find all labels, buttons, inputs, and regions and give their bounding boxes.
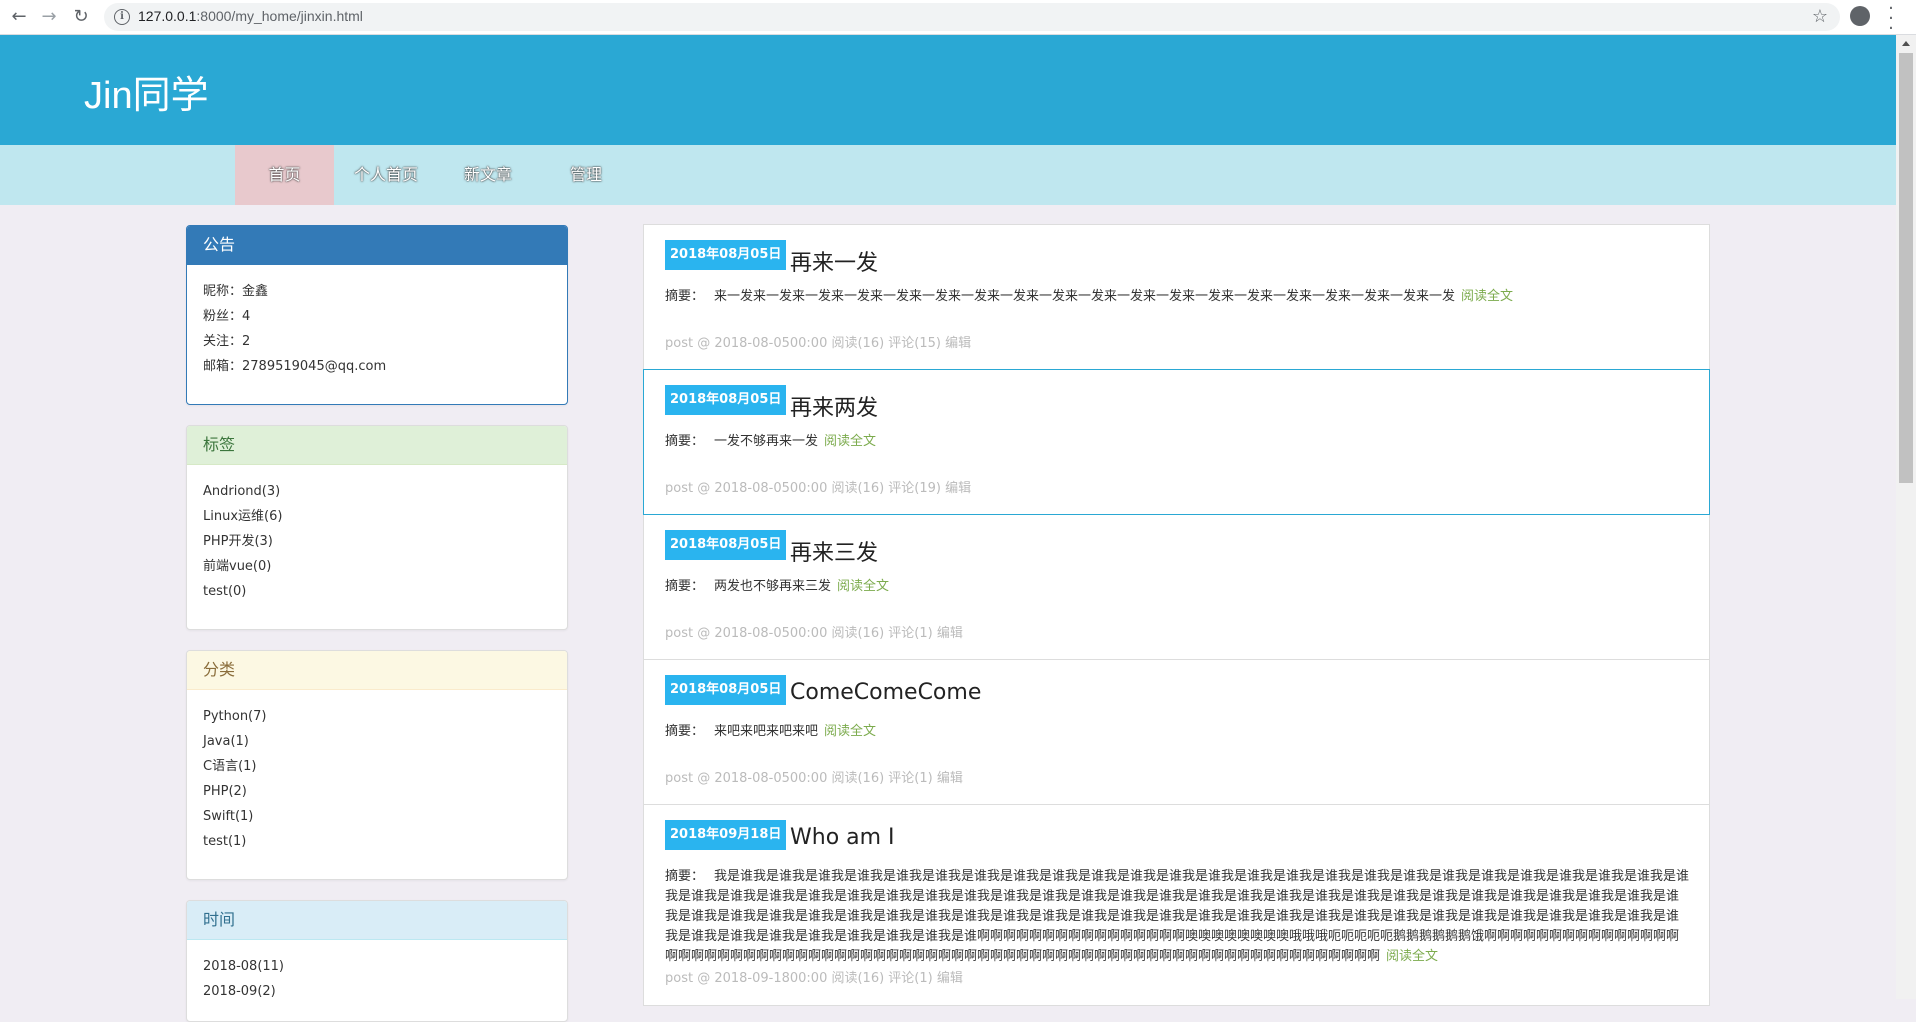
summary-label: 摘要： <box>665 289 705 304</box>
category-link[interactable]: Java(1) <box>203 729 551 754</box>
article-summary: 摘要： 两发也不够再来三发 阅读全文 <box>665 577 1691 597</box>
back-arrow-icon[interactable]: ← <box>8 6 30 28</box>
summary-text: 两发也不够再来三发 <box>714 579 832 594</box>
tag-link[interactable]: test(0) <box>203 579 551 604</box>
summary-text: 我是谁我是谁我是谁我是谁我是谁我是谁我是谁我是谁我是谁我是谁我是谁我是谁我是谁我… <box>665 869 1690 964</box>
fans-line: 粉丝：4 <box>203 309 251 324</box>
summary-label: 摘要： <box>665 579 705 594</box>
summary-text: 来一发来一发来一发来一发来一发来一发来一发来一发来一发来一发来一发来一发来一发来… <box>714 289 1456 304</box>
article-title[interactable]: 再来两发 <box>790 390 878 422</box>
date-badge: 2018年08月05日 <box>665 240 787 270</box>
nav-item-new-article[interactable]: 新文章 <box>448 145 528 205</box>
scroll-up-arrow-icon[interactable] <box>1902 41 1910 46</box>
article-item: 2018年09月18日 Who am I 摘要： 我是谁我是谁我是谁我是谁我是谁我… <box>643 804 1710 1006</box>
category-link[interactable]: test(1) <box>203 829 551 854</box>
tag-link[interactable]: Linux运维(6) <box>203 504 551 529</box>
article-item: 2018年08月05日 再来一发 摘要： 来一发来一发来一发来一发来一发来一发来一… <box>643 224 1710 370</box>
article-title[interactable]: Who am I <box>790 825 895 850</box>
read-more-link[interactable]: 阅读全文 <box>824 434 876 449</box>
nav-item-manage[interactable]: 管理 <box>546 145 626 205</box>
article-summary: 摘要： 我是谁我是谁我是谁我是谁我是谁我是谁我是谁我是谁我是谁我是谁我是谁我是谁我… <box>665 867 1691 967</box>
nav-item-home[interactable]: 首页 <box>235 145 334 205</box>
read-more-link[interactable]: 阅读全文 <box>1386 949 1438 964</box>
tag-link[interactable]: 前端vue(0) <box>203 554 551 579</box>
info-icon[interactable]: i <box>114 9 130 25</box>
article-list: 2018年08月05日 再来一发 摘要： 来一发来一发来一发来一发来一发来一发来一… <box>643 224 1710 1006</box>
address-url[interactable]: 127.0.0.1:8000/my_home/jinxin.html <box>138 8 363 24</box>
date-badge: 2018年08月05日 <box>665 530 787 560</box>
following-line: 关注：2 <box>203 334 251 349</box>
profile-avatar-icon[interactable] <box>1850 6 1870 26</box>
summary-label: 摘要： <box>665 869 705 884</box>
tags-heading: 标签 <box>187 426 567 465</box>
archive-link[interactable]: 2018-09(2) <box>203 979 551 1004</box>
summary-label: 摘要： <box>665 434 705 449</box>
scroll-thumb[interactable] <box>1899 53 1913 483</box>
categories-panel: 分类 Python(7) Java(1) C语言(1) PHP(2) Swift… <box>186 650 568 880</box>
read-more-link[interactable]: 阅读全文 <box>824 724 876 739</box>
reload-icon[interactable]: ↻ <box>70 6 92 28</box>
category-link[interactable]: Swift(1) <box>203 804 551 829</box>
date-badge: 2018年08月05日 <box>665 675 787 705</box>
site-title[interactable]: Jin同学 <box>84 64 209 119</box>
site-header: Jin同学 <box>0 35 1896 145</box>
archive-link[interactable]: 2018-08(11) <box>203 954 551 979</box>
article-meta: post @ 2018-08-0500:00 阅读(16) 评论(19) 编辑 <box>665 481 972 496</box>
article-meta: post @ 2018-08-0500:00 阅读(16) 评论(15) 编辑 <box>665 336 972 351</box>
date-badge: 2018年08月05日 <box>665 385 787 415</box>
article-title[interactable]: ComeComeCome <box>790 680 981 705</box>
announcement-body: 昵称：金鑫 粉丝：4 关注：2 邮箱：2789519045@qq.com <box>187 265 567 393</box>
announcement-heading: 公告 <box>187 226 567 265</box>
tag-link[interactable]: PHP开发(3) <box>203 529 551 554</box>
article-item: 2018年08月05日 ComeComeCome 摘要： 来吧来吧来吧来吧 阅读全文… <box>643 659 1710 805</box>
summary-text: 一发不够再来一发 <box>714 434 819 449</box>
main-nav: 首页 个人首页 新文章 管理 <box>0 145 1896 205</box>
article-meta: post @ 2018-08-0500:00 阅读(16) 评论(1) 编辑 <box>665 771 963 786</box>
category-link[interactable]: Python(7) <box>203 704 551 729</box>
archive-panel: 时间 2018-08(11) 2018-09(2) <box>186 900 568 1022</box>
article-item: 2018年08月05日 再来两发 摘要： 一发不够再来一发 阅读全文 post @ … <box>643 369 1710 515</box>
article-summary: 摘要： 一发不够再来一发 阅读全文 <box>665 432 1691 452</box>
browser-toolbar: ← → ↻ i 127.0.0.1:8000/my_home/jinxin.ht… <box>0 0 1916 38</box>
read-more-link[interactable]: 阅读全文 <box>837 579 889 594</box>
article-title[interactable]: 再来三发 <box>790 535 878 567</box>
category-link[interactable]: PHP(2) <box>203 779 551 804</box>
tags-body: Andriond(3) Linux运维(6) PHP开发(3) 前端vue(0)… <box>187 465 567 618</box>
forward-arrow-icon[interactable]: → <box>38 6 60 28</box>
categories-body: Python(7) Java(1) C语言(1) PHP(2) Swift(1)… <box>187 690 567 868</box>
url-path: :8000/my_home/jinxin.html <box>196 8 363 24</box>
article-item: 2018年08月05日 再来三发 摘要： 两发也不够再来三发 阅读全文 post @… <box>643 514 1710 660</box>
archive-heading: 时间 <box>187 901 567 940</box>
announcement-panel: 公告 昵称：金鑫 粉丝：4 关注：2 邮箱：2789519045@qq.com <box>186 225 568 405</box>
archive-body: 2018-08(11) 2018-09(2) <box>187 940 567 1018</box>
tags-panel: 标签 Andriond(3) Linux运维(6) PHP开发(3) 前端vue… <box>186 425 568 630</box>
url-host: 127.0.0.1 <box>138 8 197 24</box>
nav-item-personal-home[interactable]: 个人首页 <box>346 145 426 205</box>
date-badge: 2018年09月18日 <box>665 820 787 850</box>
category-link[interactable]: C语言(1) <box>203 754 551 779</box>
categories-heading: 分类 <box>187 651 567 690</box>
summary-label: 摘要： <box>665 724 705 739</box>
article-meta: post @ 2018-09-1800:00 阅读(16) 评论(1) 编辑 <box>665 971 963 986</box>
page-scrollbar[interactable] <box>1896 35 1916 999</box>
email-line: 邮箱：2789519045@qq.com <box>203 359 387 374</box>
article-summary: 摘要： 来吧来吧来吧来吧 阅读全文 <box>665 722 1691 742</box>
menu-dots-icon[interactable]: · · · <box>1886 0 1896 38</box>
article-summary: 摘要： 来一发来一发来一发来一发来一发来一发来一发来一发来一发来一发来一发来一发来… <box>665 287 1691 307</box>
bookmark-star-icon[interactable]: ☆ <box>1812 6 1828 27</box>
nickname-line: 昵称：金鑫 <box>203 284 269 299</box>
tag-link[interactable]: Andriond(3) <box>203 479 551 504</box>
article-title[interactable]: 再来一发 <box>790 245 878 277</box>
summary-text: 来吧来吧来吧来吧 <box>714 724 819 739</box>
article-meta: post @ 2018-08-0500:00 阅读(16) 评论(1) 编辑 <box>665 626 963 641</box>
read-more-link[interactable]: 阅读全文 <box>1461 289 1513 304</box>
address-bar[interactable]: i 127.0.0.1:8000/my_home/jinxin.html ☆ <box>104 3 1840 31</box>
